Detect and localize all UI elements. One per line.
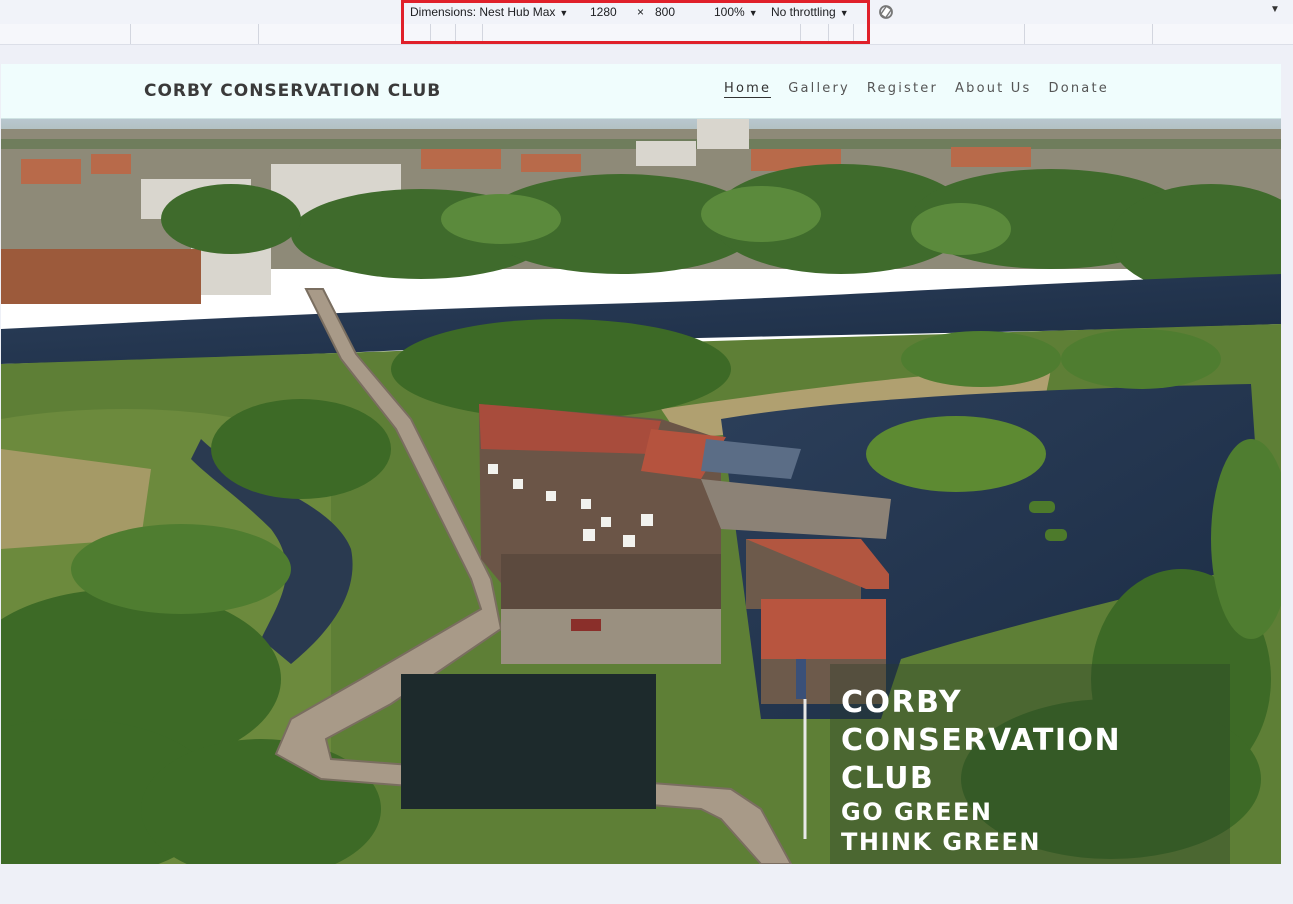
emulated-viewport: CORBY CONSERVATION CLUB Home Gallery Reg… bbox=[1, 64, 1281, 864]
throttling-select[interactable]: No throttling ▼ bbox=[771, 5, 849, 19]
zoom-label: 100% bbox=[714, 5, 745, 19]
hero-section: CORBY CONSERVATION CLUB GO GREEN THINK G… bbox=[1, 119, 1281, 864]
device-toolbar: Dimensions: Nest Hub Max ▼ 1280 × 800 100… bbox=[0, 0, 1293, 24]
rotate-icon[interactable] bbox=[876, 2, 896, 22]
device-label: Dimensions: Nest Hub Max bbox=[410, 5, 556, 19]
hero-title: CORBY CONSERVATION CLUB bbox=[841, 685, 1122, 796]
nav-links: Home Gallery Register About Us Donate bbox=[724, 81, 1126, 98]
site-navbar: CORBY CONSERVATION CLUB Home Gallery Reg… bbox=[1, 64, 1281, 119]
device-select[interactable]: Dimensions: Nest Hub Max ▼ bbox=[410, 5, 568, 19]
height-input[interactable]: 800 bbox=[655, 5, 675, 19]
media-query-ruler[interactable] bbox=[0, 24, 1293, 45]
nav-gallery[interactable]: Gallery bbox=[788, 81, 850, 98]
hero-tagline: GO GREEN THINK GREEN bbox=[841, 797, 1041, 857]
throttling-label: No throttling bbox=[771, 5, 836, 19]
nav-register[interactable]: Register bbox=[867, 81, 938, 98]
nav-about-us[interactable]: About Us bbox=[955, 81, 1031, 98]
dropdown-caret-icon: ▼ bbox=[559, 8, 569, 18]
more-options-icon[interactable]: ▼ bbox=[1270, 4, 1280, 15]
tagline-go-green: GO GREEN bbox=[841, 798, 993, 826]
zoom-select[interactable]: 100% ▼ bbox=[714, 5, 758, 19]
dropdown-caret-icon: ▼ bbox=[839, 8, 849, 18]
site-brand[interactable]: CORBY CONSERVATION CLUB bbox=[144, 81, 441, 101]
width-input[interactable]: 1280 bbox=[590, 5, 617, 19]
times-separator: × bbox=[637, 5, 645, 19]
nav-home[interactable]: Home bbox=[724, 81, 772, 98]
dropdown-caret-icon: ▼ bbox=[748, 8, 758, 18]
tagline-think-green: THINK GREEN bbox=[841, 828, 1041, 856]
nav-donate[interactable]: Donate bbox=[1049, 81, 1109, 98]
